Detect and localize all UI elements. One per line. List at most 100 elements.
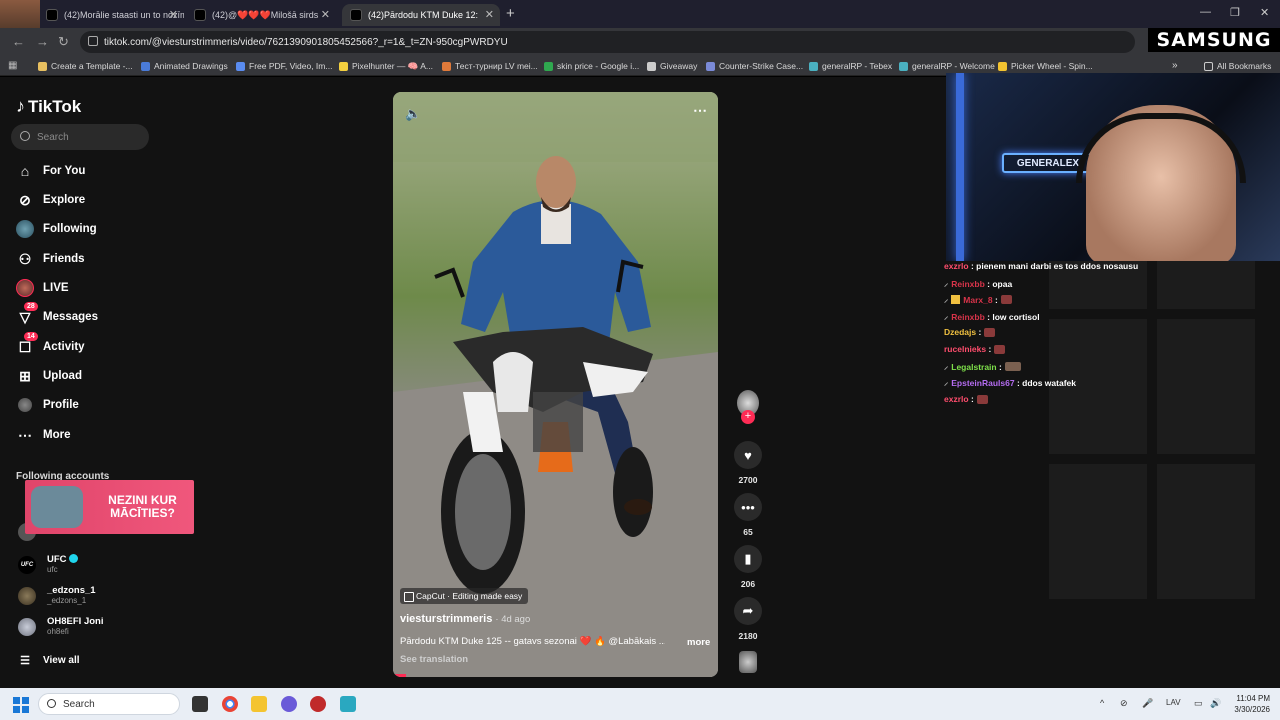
- back-icon[interactable]: ←: [12, 34, 25, 49]
- video-author-row[interactable]: viesturstrimmeris · 4d ago: [400, 613, 530, 625]
- nav-explore[interactable]: ⊘ Explore: [16, 191, 85, 209]
- bookmark-item[interactable]: Animated Drawings: [141, 61, 228, 71]
- bookmark-item[interactable]: Pixelhunter — 🧠 A...: [339, 61, 433, 72]
- view-all-link[interactable]: ☰ View all: [16, 651, 79, 669]
- sound-disc-button[interactable]: [733, 651, 763, 673]
- new-tab-icon[interactable]: +: [506, 5, 515, 22]
- taskbar-search-input[interactable]: Search: [38, 693, 180, 715]
- nav-upload[interactable]: ⊞ Upload: [16, 367, 82, 385]
- app-icon[interactable]: [340, 696, 356, 712]
- browser-tab[interactable]: (42)Morālie staasti un to nozīm ✕: [38, 4, 184, 26]
- share-button[interactable]: ➦ 2180: [733, 597, 763, 641]
- following-account-item[interactable]: UFC UFC ufc: [18, 554, 79, 574]
- search-input[interactable]: Search: [11, 124, 149, 150]
- mic-icon[interactable]: 🎤: [1142, 698, 1153, 709]
- capcut-tag[interactable]: CapCut · Editing made easy: [400, 588, 529, 604]
- following-account-item[interactable]: _edzons_1 _edzons_1: [18, 585, 96, 605]
- bookmark-item[interactable]: Picker Wheel - Spin...: [998, 61, 1093, 71]
- nav-friends[interactable]: ⚇ Friends: [16, 250, 85, 268]
- upload-icon: ⊞: [19, 367, 31, 384]
- nav-label: Friends: [43, 253, 85, 265]
- bookmark-favicon-icon: [236, 61, 245, 71]
- comment-icon: •••: [734, 493, 762, 521]
- like-button[interactable]: ♥ 2700: [733, 441, 763, 485]
- file-explorer-icon[interactable]: [251, 696, 267, 712]
- nav-label: Following: [43, 223, 97, 235]
- mute-icon[interactable]: 🔈: [405, 106, 421, 122]
- network-off-icon[interactable]: ⊘: [1120, 698, 1128, 709]
- account-avatar: [18, 618, 36, 636]
- maximize-icon[interactable]: ❐: [1230, 6, 1240, 19]
- caption-more-button[interactable]: more: [687, 637, 710, 648]
- nav-for-you[interactable]: ⌂ For You: [16, 162, 86, 180]
- emote-icon: [984, 327, 996, 337]
- bookmark-item[interactable]: Counter-Strike Case...: [706, 61, 803, 71]
- browser-tab-active[interactable]: (42)Pārdodu KTM Duke 12: ✕: [342, 4, 500, 26]
- bookmark-label: Free PDF, Video, Im...: [249, 61, 333, 71]
- bookmark-label: Animated Drawings: [154, 61, 228, 71]
- taskbar-clock[interactable]: 11:04 PM 3/30/2026: [1222, 693, 1270, 715]
- promo-banner[interactable]: NEZINI KUR MĀCĪTIES?: [25, 480, 194, 534]
- close-window-icon[interactable]: ✕: [1260, 6, 1269, 19]
- bookmark-item[interactable]: Giveaway: [647, 61, 697, 71]
- sound-disc-icon: [739, 651, 757, 673]
- comment-button[interactable]: ••• 65: [733, 493, 763, 537]
- bookmark-item[interactable]: skin price - Google i...: [544, 61, 639, 71]
- all-bookmarks-folder[interactable]: All Bookmarks: [1204, 61, 1271, 71]
- nav-profile[interactable]: Profile: [16, 396, 79, 414]
- video-player[interactable]: 🔈 ⋯ CapCut · Editing made easy viesturst…: [393, 92, 718, 677]
- url-text: tiktok.com/@viesturstrimmeris/video/7621…: [104, 36, 508, 48]
- nav-following[interactable]: Following: [16, 220, 97, 238]
- bookmark-item[interactable]: generalRP - Tebex: [809, 61, 892, 71]
- chat-text: :: [999, 361, 1002, 372]
- video-progress-bar[interactable]: [393, 674, 406, 677]
- apps-grid-icon[interactable]: ▦: [8, 60, 17, 71]
- close-icon[interactable]: ✕: [321, 8, 330, 21]
- chat-text: : low cortisol: [987, 311, 1040, 322]
- follow-plus-icon[interactable]: +: [741, 410, 755, 424]
- bookmark-item[interactable]: Create a Template -...: [38, 61, 133, 71]
- browser-tab[interactable]: (42)@❤️❤️❤️Milošā sirds ✕: [186, 4, 336, 26]
- nav-label: For You: [43, 165, 86, 177]
- chat-message: exzrlo : pienem mani darbi es tos ddos n…: [944, 261, 1138, 271]
- task-view-icon[interactable]: [192, 696, 208, 712]
- nav-messages[interactable]: ▽ 28 Messages: [16, 302, 98, 326]
- more-bookmarks-icon[interactable]: »: [1172, 60, 1178, 71]
- home-icon: ⌂: [20, 163, 30, 179]
- nav-label: More: [43, 429, 71, 441]
- chrome-icon[interactable]: [222, 696, 238, 712]
- url-input[interactable]: tiktok.com/@viesturstrimmeris/video/7621…: [80, 31, 1135, 53]
- discord-icon[interactable]: [281, 696, 297, 712]
- see-translation-link[interactable]: See translation: [400, 654, 468, 665]
- video-author: viesturstrimmeris: [400, 613, 493, 625]
- verified-icon: [69, 554, 79, 563]
- tiktok-logo[interactable]: ♪ TikTok: [16, 96, 81, 117]
- reload-icon[interactable]: ↻: [58, 34, 69, 50]
- app-icon[interactable]: [310, 696, 326, 712]
- minimize-icon[interactable]: —: [1200, 6, 1211, 18]
- nav-activity[interactable]: ☐ 14 Activity: [16, 332, 85, 356]
- nav-more[interactable]: ⋯ More: [16, 426, 70, 444]
- nav-label: Upload: [43, 370, 82, 382]
- windows-start-icon[interactable]: [13, 697, 29, 713]
- volume-icon[interactable]: 🔊: [1210, 698, 1221, 709]
- nav-live[interactable]: LIVE: [16, 279, 69, 297]
- close-icon[interactable]: ✕: [485, 8, 494, 21]
- start-tile: [13, 697, 20, 704]
- bookmark-item[interactable]: Тест-турнир LV mei...: [442, 61, 538, 71]
- close-icon[interactable]: ✕: [169, 8, 178, 21]
- following-account-item[interactable]: OH8EFI Joni oh8efi: [18, 616, 103, 636]
- site-info-icon[interactable]: [88, 36, 98, 46]
- chat-user: Legalstrain: [951, 361, 997, 372]
- save-button[interactable]: ▮ 206: [733, 545, 763, 589]
- more-options-icon[interactable]: ⋯: [693, 102, 707, 119]
- tray-chevron-icon[interactable]: ^: [1100, 698, 1104, 708]
- video-caption: Pārdodu KTM Duke 125 -- gatavs sezonai ❤…: [400, 636, 665, 647]
- author-avatar-button[interactable]: +: [733, 390, 763, 424]
- display-icon[interactable]: ▭: [1194, 698, 1203, 709]
- forward-icon[interactable]: →: [36, 34, 49, 49]
- bookmark-favicon-icon: [998, 61, 1007, 71]
- language-indicator[interactable]: LAV: [1166, 698, 1181, 707]
- bookmark-item[interactable]: generalRP - Welcome: [899, 61, 995, 71]
- bookmark-item[interactable]: Free PDF, Video, Im...: [236, 61, 332, 71]
